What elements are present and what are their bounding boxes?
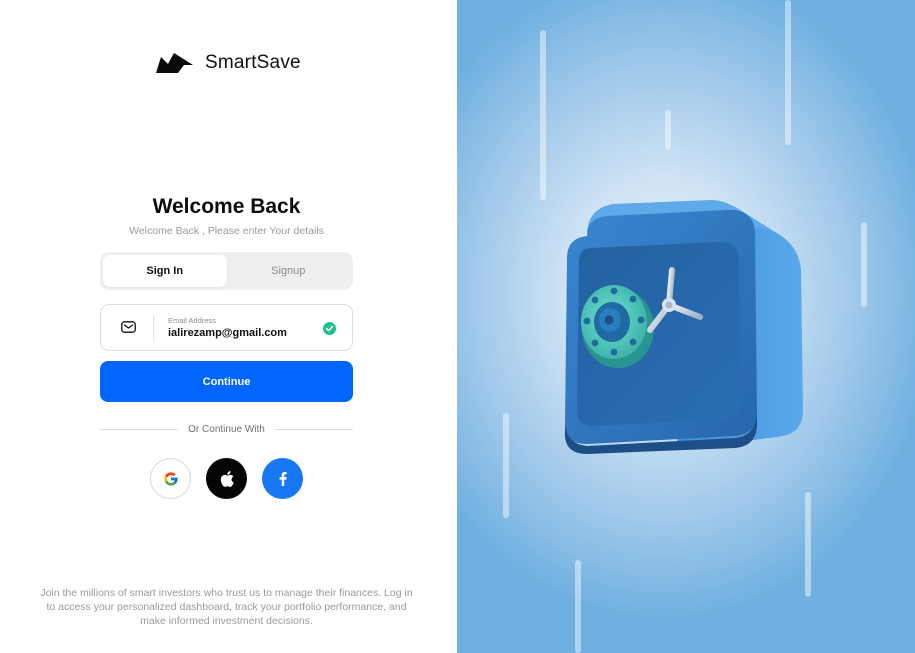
tab-sign-in[interactable]: Sign In	[103, 255, 227, 287]
tab-signup[interactable]: Signup	[227, 255, 351, 287]
divider-line-left	[100, 429, 179, 430]
auth-tabs: Sign In Signup	[100, 252, 353, 290]
footer-text: Join the millions of smart investors who…	[40, 587, 413, 627]
brand-name: SmartSave	[205, 52, 301, 73]
page-subtitle: Welcome Back , Please enter Your details	[129, 225, 324, 237]
logo: SmartSave	[156, 52, 301, 74]
google-button[interactable]	[150, 458, 191, 499]
page-title: Welcome Back	[152, 195, 301, 218]
or-continue-text: Or Continue With	[188, 424, 265, 435]
hero-panel	[457, 0, 915, 653]
facebook-icon	[279, 471, 287, 486]
mail-icon	[121, 321, 136, 333]
email-label: Email Address	[168, 316, 216, 325]
field-divider	[153, 316, 154, 341]
or-divider: Or Continue With	[100, 424, 354, 435]
safe-illustration	[564, 200, 803, 454]
facebook-button[interactable]	[262, 458, 303, 499]
email-field[interactable]: Email Address	[100, 304, 353, 351]
apple-button[interactable]	[206, 458, 247, 499]
apple-icon	[220, 470, 234, 487]
continue-button[interactable]: Continue	[100, 361, 353, 402]
email-input[interactable]	[168, 327, 318, 339]
divider-line-right	[274, 429, 354, 430]
login-panel: SmartSave Welcome Back Welcome Back , Pl…	[0, 0, 457, 653]
google-icon	[163, 471, 178, 486]
check-icon	[323, 322, 336, 335]
logo-mark-icon	[156, 53, 193, 73]
